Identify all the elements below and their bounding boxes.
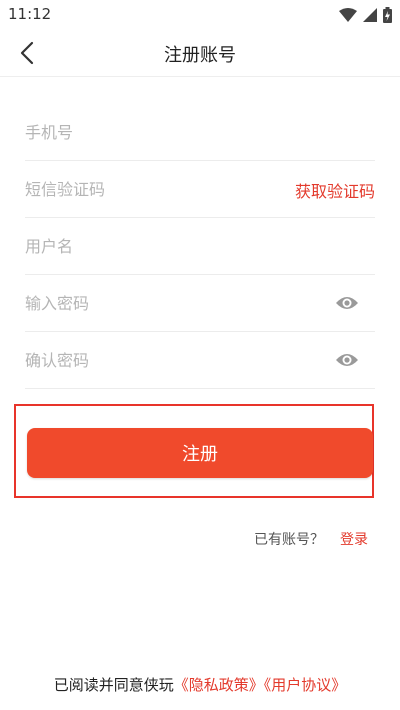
agreement-text: 已阅读并同意侠玩《隐私政策》《用户协议》 [0, 674, 400, 695]
signal-icon [363, 8, 377, 22]
status-bar: 11:12 [0, 0, 400, 30]
login-prompt: 已有账号？ 登录 [254, 529, 368, 549]
sms-code-input[interactable] [25, 161, 285, 217]
username-row [25, 218, 375, 275]
battery-charging-icon [383, 7, 392, 23]
top-nav-bar: 注册账号 [0, 30, 400, 77]
username-input[interactable] [25, 218, 285, 274]
agreement-prefix: 已阅读并同意侠玩 [53, 676, 174, 694]
confirm-password-row [25, 332, 375, 389]
register-button[interactable]: 注册 [27, 428, 373, 478]
sms-code-row: 获取验证码 [25, 161, 375, 218]
page-title: 注册账号 [164, 45, 236, 66]
get-code-button[interactable]: 获取验证码 [295, 178, 375, 202]
password-input[interactable] [25, 275, 285, 331]
confirm-password-input[interactable] [25, 332, 285, 388]
password-row [25, 275, 375, 332]
have-account-text: 已有账号？ [254, 532, 324, 548]
phone-row [25, 104, 375, 161]
phone-input[interactable] [25, 104, 285, 160]
eye-icon[interactable] [335, 293, 359, 313]
wifi-icon [339, 8, 357, 22]
status-icons [339, 6, 392, 24]
user-agreement-link[interactable]: 《用户协议》 [264, 676, 347, 694]
register-form: 获取验证码 [25, 104, 375, 389]
eye-icon[interactable] [335, 350, 359, 370]
login-link[interactable]: 登录 [340, 529, 368, 549]
status-time: 11:12 [8, 5, 52, 23]
privacy-policy-link[interactable]: 《隐私政策》 [174, 676, 264, 694]
